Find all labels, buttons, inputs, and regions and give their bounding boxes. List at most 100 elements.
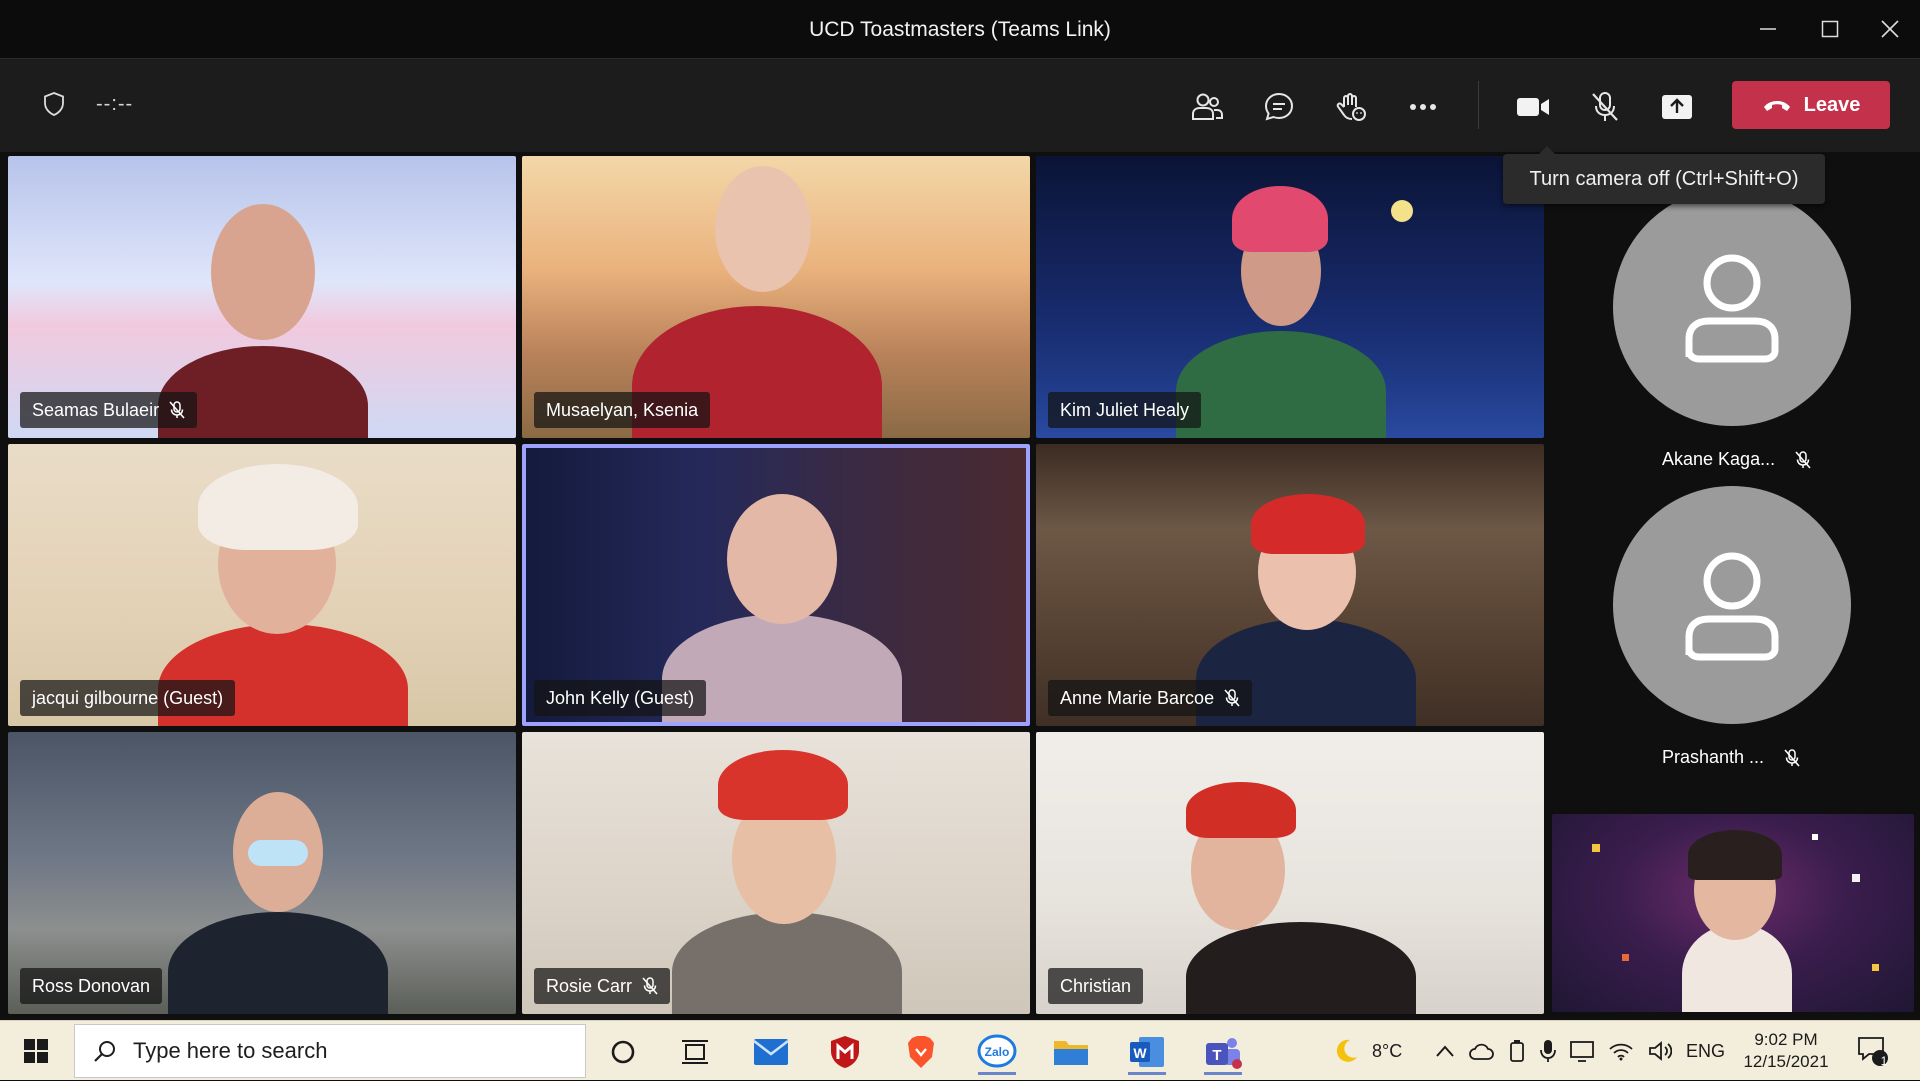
folder-icon xyxy=(1054,1041,1088,1065)
svg-text:Zalo: Zalo xyxy=(985,1045,1010,1059)
participant-video xyxy=(1186,922,1416,1014)
video-tile[interactable]: Ross Donovan xyxy=(8,732,516,1014)
cloud-icon[interactable] xyxy=(1468,1041,1494,1061)
zalo-icon: Zalo xyxy=(977,1034,1017,1068)
camera-button[interactable] xyxy=(1509,83,1557,131)
participant-name: John Kelly (Guest) xyxy=(546,687,695,708)
close-icon xyxy=(1881,20,1899,38)
display-icon[interactable] xyxy=(1570,1040,1594,1062)
avatar[interactable] xyxy=(1613,486,1851,724)
person-icon xyxy=(1685,254,1779,363)
clock-time: 9:02 PM xyxy=(1754,1030,1818,1049)
more-actions-button[interactable] xyxy=(1399,83,1447,131)
minimize-icon xyxy=(1760,28,1776,30)
mcafee-shield-icon xyxy=(831,1036,859,1068)
participant-name: Seamas Bulaeir xyxy=(32,399,160,420)
mic-off-icon xyxy=(1224,689,1240,707)
video-tile[interactable]: jacqui gilbourne (Guest) xyxy=(8,444,516,726)
participant-name: Rosie Carr xyxy=(546,975,633,996)
system-tray: ENG xyxy=(1436,1021,1725,1081)
participant-name-tag: Seamas Bulaeir xyxy=(20,392,198,428)
start-button[interactable] xyxy=(12,1033,60,1069)
mic-off-icon xyxy=(169,401,185,419)
weather-temperature: 8°C xyxy=(1372,1040,1403,1061)
brave-lion-icon xyxy=(908,1036,934,1068)
cortana-icon xyxy=(611,1040,635,1064)
chat-button[interactable] xyxy=(1255,83,1303,131)
shield-icon xyxy=(44,92,64,116)
video-tile[interactable]: Kim Juliet Healy xyxy=(1036,156,1544,438)
participant-name-tag: Rosie Carr xyxy=(534,968,671,1004)
maximize-icon xyxy=(1821,20,1839,38)
notification-count: 1 xyxy=(1880,1054,1888,1068)
participant-name: Prashanth ... xyxy=(1662,747,1765,767)
teams-app[interactable]: T xyxy=(1194,1027,1252,1077)
search-icon xyxy=(94,1041,115,1062)
search-placeholder: Type here to search xyxy=(133,1038,328,1063)
word-icon: W xyxy=(1130,1037,1164,1067)
maximize-button[interactable] xyxy=(1802,8,1858,50)
leave-button[interactable]: Leave xyxy=(1732,81,1890,129)
participant-name-tag: Musaelyan, Ksenia xyxy=(534,392,711,428)
video-tile[interactable]: John Kelly (Guest) xyxy=(522,444,1030,726)
chevron-up-icon[interactable] xyxy=(1436,1045,1454,1057)
avatar[interactable] xyxy=(1613,188,1851,426)
microphone-icon[interactable] xyxy=(1540,1039,1556,1063)
brave-app[interactable] xyxy=(892,1027,950,1077)
self-view-video[interactable] xyxy=(1552,814,1914,1012)
participant-name-tag: Kim Juliet Healy xyxy=(1048,392,1202,428)
meeting-timer: --:-- xyxy=(96,93,134,115)
toolbar-divider xyxy=(1478,81,1479,129)
wifi-icon[interactable] xyxy=(1608,1041,1634,1061)
battery-icon[interactable] xyxy=(1508,1039,1526,1063)
taskbar-search[interactable]: Type here to search xyxy=(74,1024,586,1078)
participant-name: Kim Juliet Healy xyxy=(1060,399,1190,420)
svg-text:W: W xyxy=(1133,1045,1147,1061)
mail-icon xyxy=(753,1039,789,1065)
person-icon xyxy=(1685,552,1779,661)
mcafee-app[interactable] xyxy=(816,1027,874,1077)
reactions-button[interactable] xyxy=(1327,83,1375,131)
windows-logo-icon xyxy=(24,1039,48,1063)
zalo-app[interactable]: Zalo xyxy=(968,1027,1026,1077)
people-icon xyxy=(1192,93,1223,120)
task-view-button[interactable] xyxy=(666,1027,724,1077)
meeting-toolbar: --:-- Leave xyxy=(0,58,1920,152)
volume-icon[interactable] xyxy=(1648,1040,1672,1062)
participant-name: Anne Marie Barcoe xyxy=(1060,687,1215,708)
video-tile[interactable]: Christian xyxy=(1036,732,1544,1014)
participants-button[interactable] xyxy=(1183,83,1231,131)
taskbar-clock[interactable]: 9:02 PM 12/15/2021 xyxy=(1736,1029,1836,1073)
minimize-button[interactable] xyxy=(1740,8,1796,50)
file-explorer-app[interactable] xyxy=(1042,1027,1100,1077)
hang-up-icon xyxy=(1763,101,1790,111)
video-tile[interactable]: Seamas Bulaeir xyxy=(8,156,516,438)
share-screen-icon xyxy=(1662,95,1692,119)
notification-center-button[interactable]: 1 xyxy=(1856,1021,1890,1081)
participant-name: Akane Kaga... xyxy=(1662,449,1776,469)
clock-date: 12/15/2021 xyxy=(1743,1052,1829,1071)
video-tile[interactable]: Rosie Carr xyxy=(522,732,1030,1014)
language-indicator[interactable]: ENG xyxy=(1686,1041,1725,1062)
participant-name: jacqui gilbourne (Guest) xyxy=(32,687,224,708)
mic-off-icon xyxy=(1592,92,1618,121)
share-button[interactable] xyxy=(1653,83,1701,131)
mic-off-icon xyxy=(1784,748,1800,767)
mic-off-icon xyxy=(642,977,658,995)
word-app[interactable]: W xyxy=(1118,1027,1176,1077)
participant-name-tag: Anne Marie Barcoe xyxy=(1048,680,1253,716)
video-tile[interactable]: Anne Marie Barcoe xyxy=(1036,444,1544,726)
mail-app[interactable] xyxy=(742,1027,800,1077)
close-button[interactable] xyxy=(1862,8,1918,50)
participant-video xyxy=(672,912,902,1014)
participant-name-tag: Ross Donovan xyxy=(20,968,163,1004)
cortana-button[interactable] xyxy=(594,1027,652,1077)
meeting-info-button[interactable] xyxy=(42,91,66,122)
video-tile[interactable]: Musaelyan, Ksenia xyxy=(522,156,1030,438)
task-view-icon xyxy=(682,1040,708,1064)
windows-taskbar: Type here to search Zalo W T 8°C ENG 9:0… xyxy=(0,1020,1920,1080)
participant-video xyxy=(168,912,388,1014)
mic-button[interactable] xyxy=(1581,83,1629,131)
weather-widget[interactable]: 8°C xyxy=(1332,1021,1402,1081)
side-participant: Akane Kaga... xyxy=(1662,449,1811,470)
